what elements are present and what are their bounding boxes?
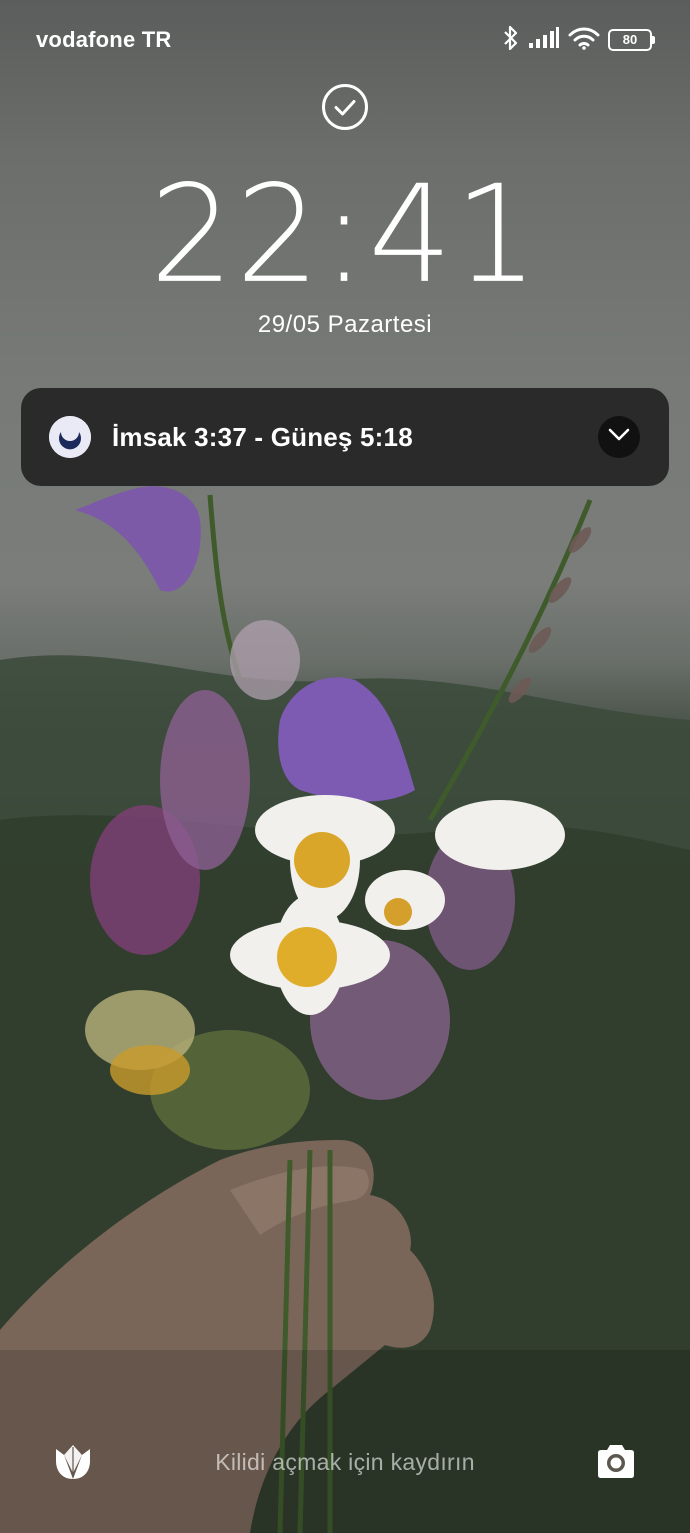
status-bar: vodafone TR 80	[0, 0, 690, 80]
signal-icon	[528, 26, 560, 54]
lockscreen-date: 29/05 Pazartesi	[257, 311, 433, 338]
chevron-down-icon	[608, 428, 630, 447]
unlock-check-icon	[321, 83, 369, 131]
expand-notification-button[interactable]	[598, 416, 640, 458]
status-icons: 80	[502, 25, 655, 56]
bluetooth-icon	[502, 25, 520, 56]
wifi-icon	[568, 26, 600, 55]
camera-icon[interactable]	[594, 1441, 638, 1483]
battery-level: 80	[622, 32, 638, 47]
battery-icon: 80	[608, 29, 655, 51]
carrier-name: vodafone TR	[36, 27, 172, 52]
lockscreen-clock: 22:41	[149, 156, 541, 314]
lockscreen-bottom-bar: Kilidi açmak için kaydırın	[0, 1425, 690, 1505]
prayer-times-notification[interactable]: İmsak 3:37 - Güneş 5:18	[21, 388, 669, 486]
crescent-moon-icon	[49, 416, 91, 458]
notification-text: İmsak 3:37 - Güneş 5:18	[112, 422, 413, 452]
unlock-hint-text: Kilidi açmak için kaydırın	[215, 1449, 475, 1475]
